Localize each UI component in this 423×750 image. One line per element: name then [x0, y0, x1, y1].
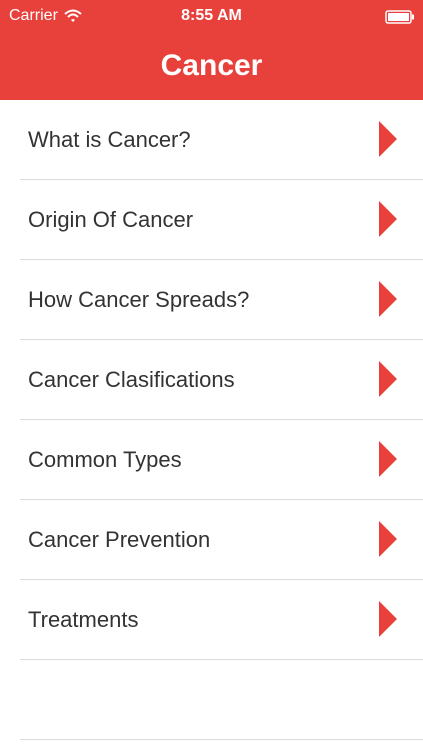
empty-list-row [20, 660, 423, 740]
list-item-common-types[interactable]: Common Types [20, 420, 423, 500]
list-item-cancer-clasifications[interactable]: Cancer Clasifications [20, 340, 423, 420]
list-item-treatments[interactable]: Treatments [20, 580, 423, 660]
chevron-right-icon [379, 521, 397, 557]
status-bar: Carrier 8:55 AM [0, 0, 423, 32]
chevron-right-icon [379, 121, 397, 157]
list-item-label: Common Types [28, 447, 182, 472]
chevron-right-icon [379, 361, 397, 397]
list-item-label: How Cancer Spreads? [28, 287, 250, 312]
battery-icon [385, 10, 414, 24]
list-item-how-cancer-spreads[interactable]: How Cancer Spreads? [20, 260, 423, 340]
list-item-cancer-prevention[interactable]: Cancer Prevention [20, 500, 423, 580]
list-item-label: Origin Of Cancer [28, 207, 194, 232]
navigation-header: Carrier 8:55 AM Cancer [0, 0, 423, 100]
menu-list: What is Cancer? Origin Of Cancer How Can… [0, 100, 423, 740]
list-item-label: Cancer Clasifications [28, 367, 235, 392]
chevron-right-icon [379, 601, 397, 637]
list-item-what-is-cancer[interactable]: What is Cancer? [20, 100, 423, 180]
app-screen: Carrier 8:55 AM Cancer What is Cancer? O… [0, 0, 423, 750]
list-item-label: Treatments [28, 607, 139, 632]
status-time: 8:55 AM [181, 7, 242, 24]
page-title: Cancer [160, 49, 263, 82]
list-item-origin-of-cancer[interactable]: Origin Of Cancer [20, 180, 423, 260]
list-item-label: Cancer Prevention [28, 527, 211, 552]
chevron-right-icon [379, 281, 397, 317]
chevron-right-icon [379, 441, 397, 477]
chevron-right-icon [379, 201, 397, 237]
list-item-label: What is Cancer? [28, 127, 191, 152]
